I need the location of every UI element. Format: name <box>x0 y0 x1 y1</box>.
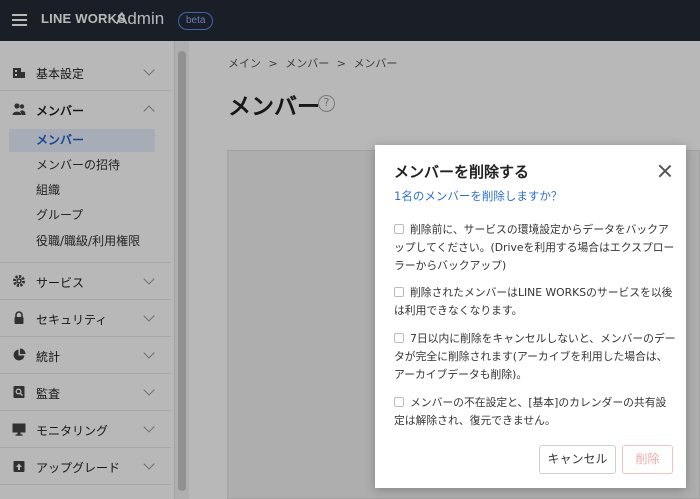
check-label: メンバーの不在設定と、[基本]のカレンダーの共有設定は解除され、復元できません。 <box>394 396 667 427</box>
confirm-check-service-access[interactable]: 削除されたメンバーはLINE WORKSのサービスを以後は利用できなくなります。 <box>394 284 676 320</box>
check-label: 削除されたメンバーはLINE WORKSのサービスを以後は利用できなくなります。 <box>394 286 673 317</box>
confirm-check-settings-reset[interactable]: メンバーの不在設定と、[基本]のカレンダーの共有設定は解除され、復元できません。 <box>394 394 676 430</box>
confirm-check-data-deletion[interactable]: 7日以内に削除をキャンセルしないと、メンバーのデータが完全に削除されます(アーカ… <box>394 330 676 384</box>
dialog-title: メンバーを削除する <box>394 163 530 181</box>
checkbox[interactable] <box>394 333 404 343</box>
delete-button[interactable]: 削除 <box>622 445 673 474</box>
cancel-button[interactable]: キャンセル <box>539 445 616 474</box>
dialog-question: 1名のメンバーを削除しますか？ <box>394 189 563 203</box>
checkbox[interactable] <box>394 287 404 297</box>
check-label: 7日以内に削除をキャンセルしないと、メンバーのデータが完全に削除されます(アーカ… <box>394 332 676 381</box>
check-label: 削除前に、サービスの環境設定からデータをバックアップしてください。(Driveを… <box>394 223 675 272</box>
confirm-check-backup[interactable]: 削除前に、サービスの環境設定からデータをバックアップしてください。(Driveを… <box>394 221 676 275</box>
checkbox[interactable] <box>394 224 404 234</box>
checkbox[interactable] <box>394 397 404 407</box>
delete-member-dialog: メンバーを削除する 1名のメンバーを削除しますか？ 削除前に、サービスの環境設定… <box>375 145 686 488</box>
close-icon[interactable] <box>657 163 673 179</box>
